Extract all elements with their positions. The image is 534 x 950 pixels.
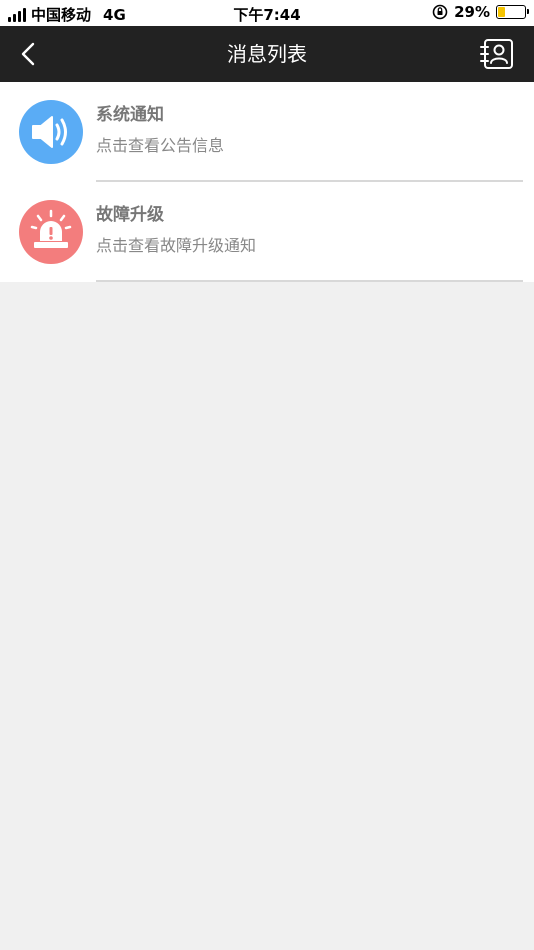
orientation-lock-icon [432, 4, 448, 20]
message-item-fault-escalation[interactable]: 故障升级 点击查看故障升级通知 [0, 182, 534, 282]
battery-icon [496, 5, 529, 19]
contact-book-icon [480, 39, 513, 69]
message-item-system-notice[interactable]: 系统通知 点击查看公告信息 [0, 82, 534, 182]
message-title: 系统通知 [96, 105, 164, 125]
nav-bar: 消息列表 [0, 26, 534, 82]
message-subtitle: 点击查看故障升级通知 [96, 236, 257, 255]
contacts-button[interactable] [480, 37, 516, 71]
divider [96, 280, 523, 282]
message-title: 故障升级 [96, 205, 164, 225]
back-button[interactable] [10, 38, 46, 70]
message-text: 系统通知 点击查看公告信息 [96, 104, 524, 157]
page-title: 消息列表 [227, 42, 307, 66]
battery-percent: 29% [454, 3, 490, 21]
status-bar: 中国移动 4G 下午7:44 29% [0, 0, 534, 26]
alarm-light-icon [19, 200, 83, 264]
status-right: 29% [432, 3, 529, 21]
speaker-icon [19, 100, 83, 164]
message-subtitle: 点击查看公告信息 [96, 136, 225, 155]
message-text: 故障升级 点击查看故障升级通知 [96, 204, 524, 257]
message-list: 系统通知 点击查看公告信息 故障升级 点击查看故障升级通知 [0, 82, 534, 282]
chevron-left-icon [21, 42, 35, 66]
